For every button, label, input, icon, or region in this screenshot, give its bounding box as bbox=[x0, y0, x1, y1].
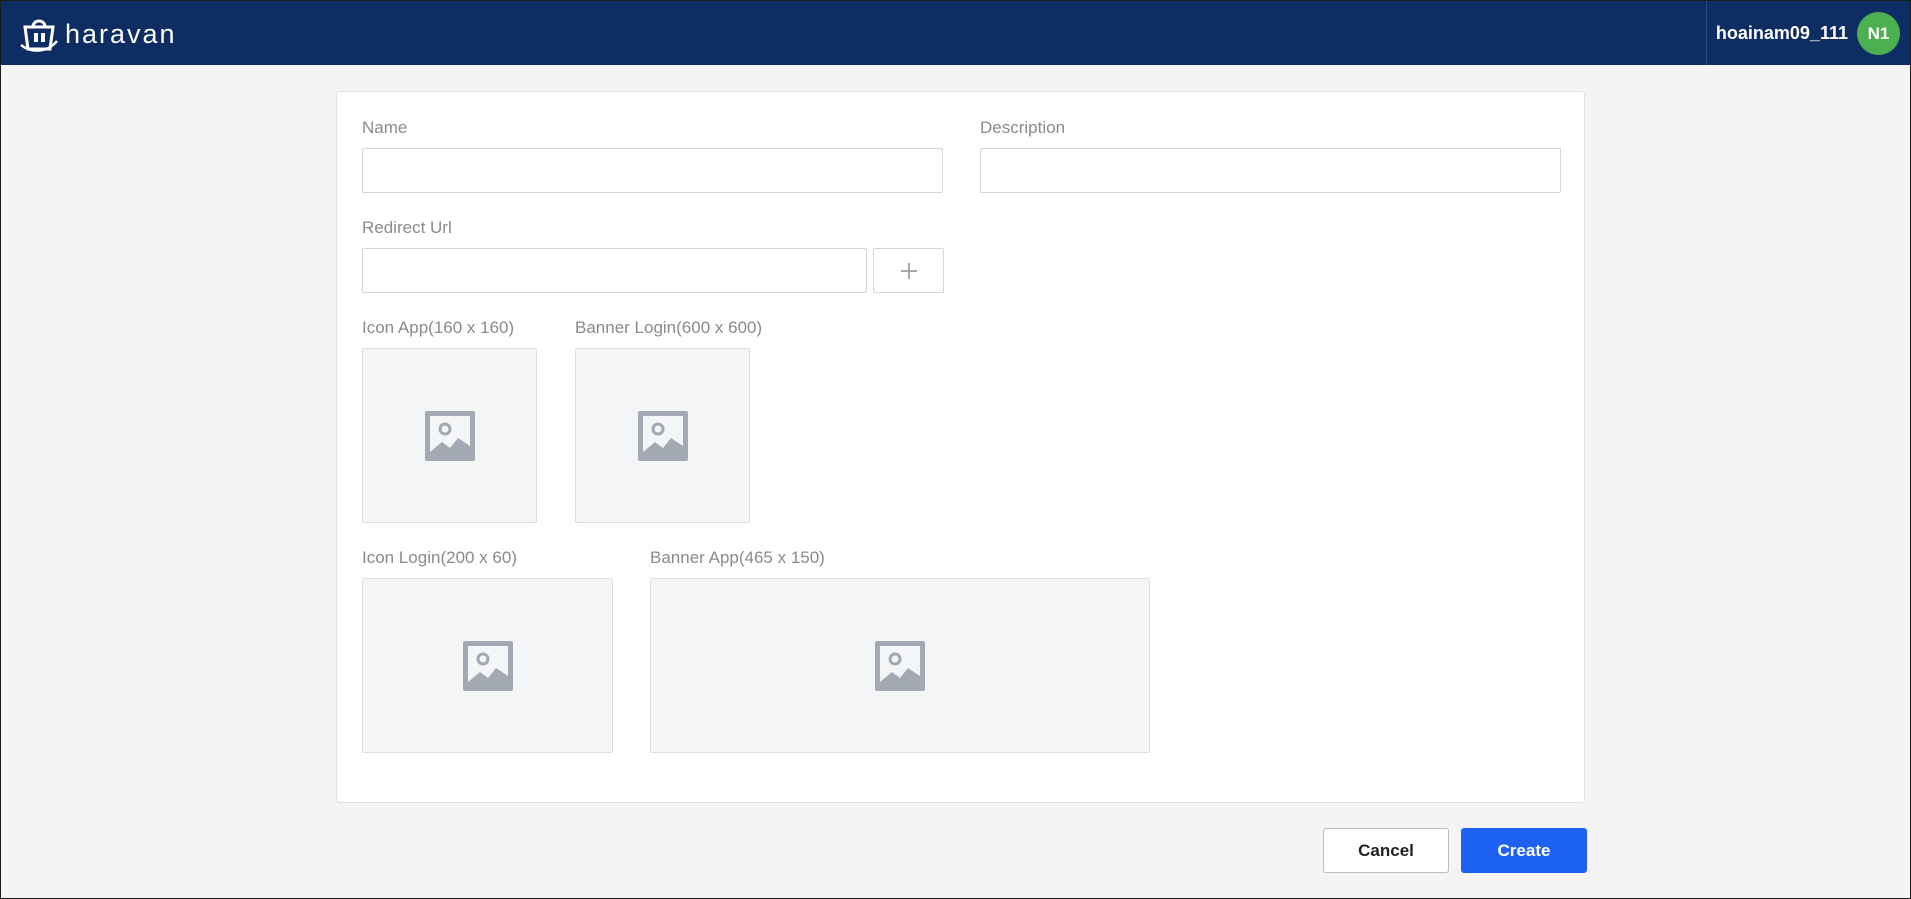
image-placeholder-icon bbox=[875, 640, 925, 691]
avatar[interactable]: N1 bbox=[1857, 12, 1900, 55]
image-placeholder-icon bbox=[637, 410, 688, 461]
banner-app-uploader[interactable] bbox=[650, 578, 1150, 753]
add-redirect-url-button[interactable] bbox=[873, 248, 944, 293]
redirect-url-label: Redirect Url bbox=[362, 218, 452, 237]
banner-app-label: Banner App(465 x 150) bbox=[650, 548, 825, 567]
description-input[interactable] bbox=[980, 148, 1561, 193]
app-form-card: Name Description Redirect Url Icon App(1… bbox=[336, 91, 1585, 803]
logo-text: haravan bbox=[65, 18, 177, 49]
shopping-bag-logo-icon bbox=[20, 19, 58, 52]
name-label: Name bbox=[362, 118, 408, 137]
top-bar: haravan hoainam09_111 N1 bbox=[1, 1, 1910, 65]
redirect-url-input[interactable] bbox=[362, 248, 867, 293]
banner-login-uploader[interactable] bbox=[575, 348, 750, 523]
name-input[interactable] bbox=[362, 148, 943, 193]
icon-app-label: Icon App(160 x 160) bbox=[362, 318, 515, 337]
icon-app-uploader[interactable] bbox=[362, 348, 537, 523]
create-button[interactable]: Create bbox=[1461, 828, 1587, 873]
image-placeholder-icon bbox=[424, 410, 475, 461]
plus-icon bbox=[900, 262, 917, 279]
username[interactable]: hoainam09_111 bbox=[1716, 23, 1848, 44]
icon-login-uploader[interactable] bbox=[362, 578, 613, 753]
banner-login-label: Banner Login(600 x 600) bbox=[575, 318, 763, 337]
icon-login-label: Icon Login(200 x 60) bbox=[362, 548, 517, 567]
cancel-button[interactable]: Cancel bbox=[1323, 828, 1449, 873]
haravan-logo[interactable]: haravan bbox=[19, 15, 177, 53]
header-divider bbox=[1706, 1, 1707, 65]
image-placeholder-icon bbox=[462, 640, 513, 691]
description-label: Description bbox=[980, 118, 1066, 137]
